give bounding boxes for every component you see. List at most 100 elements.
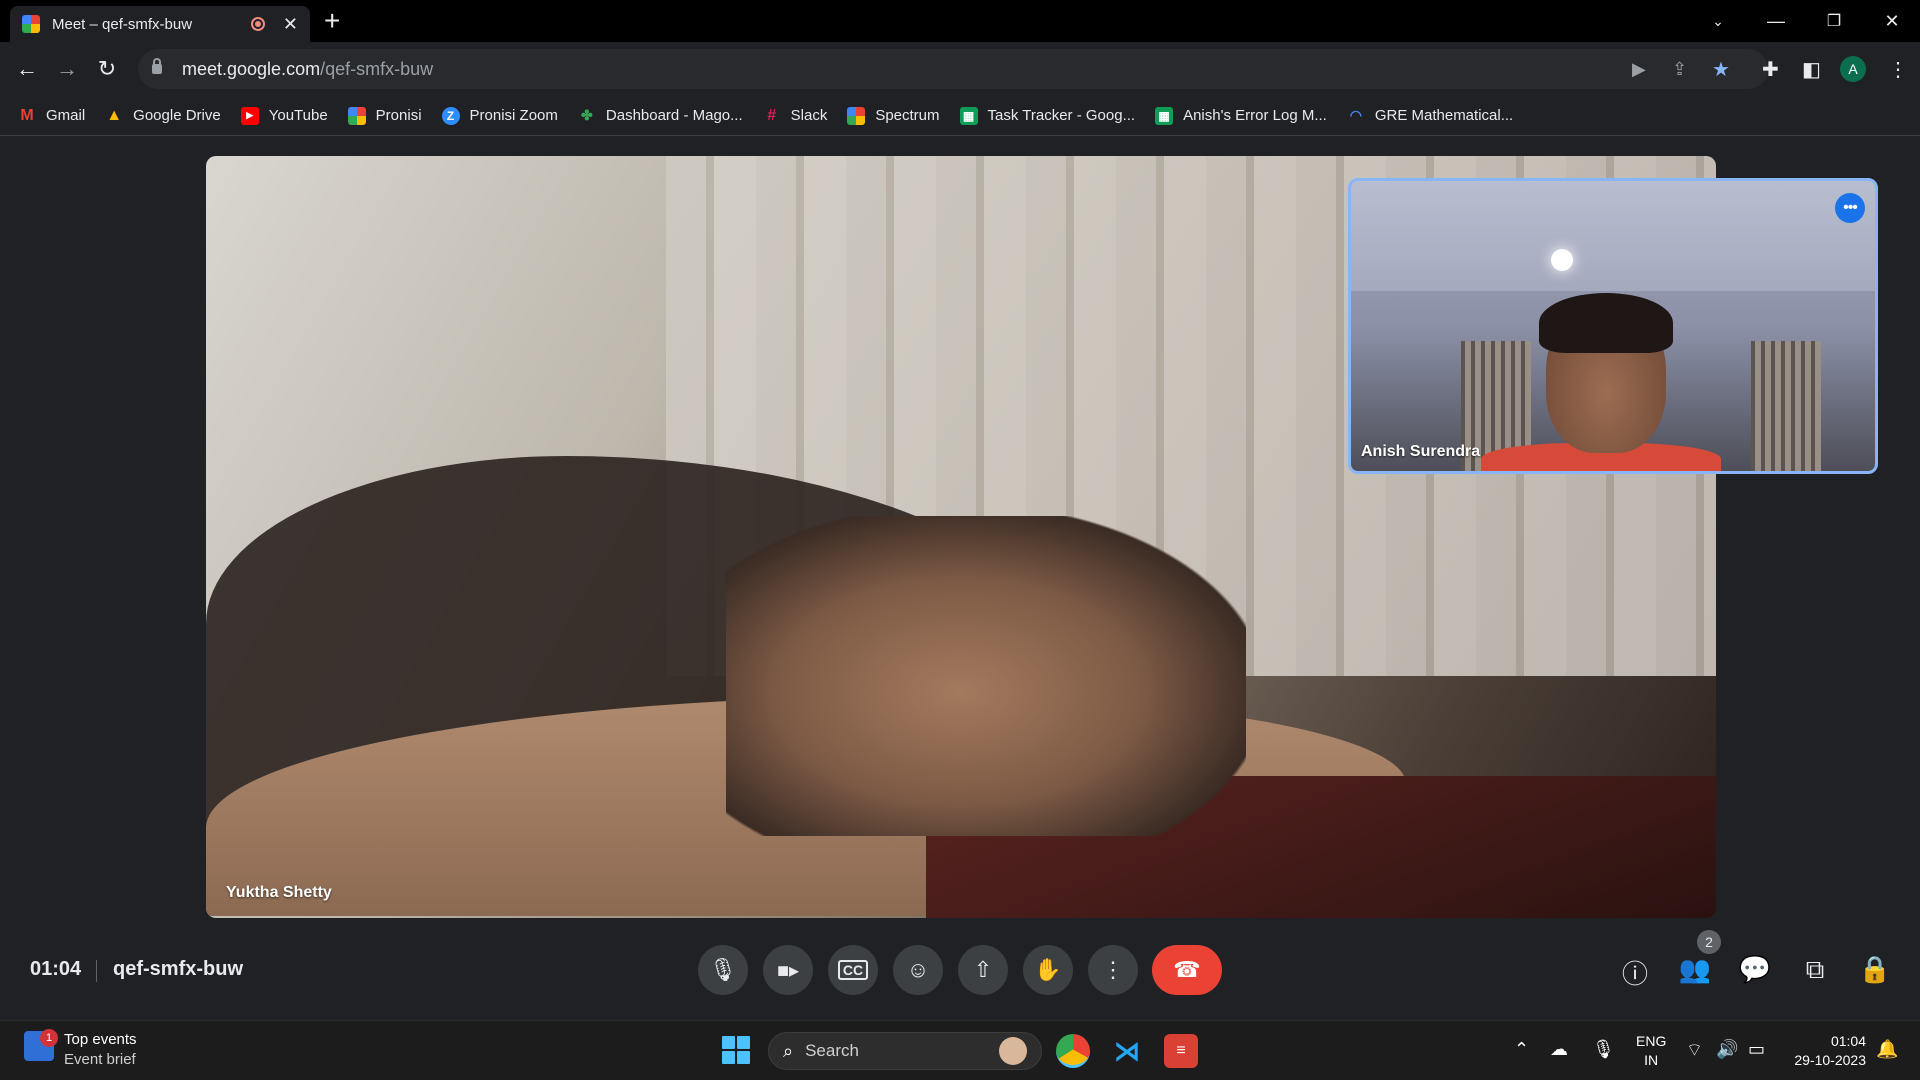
- browser-tab-strip: Meet – qef-smfx-buw ✕ + ⌄ — ❐ ✕: [0, 0, 1920, 42]
- close-tab-icon[interactable]: ✕: [283, 14, 298, 35]
- meet-stage: Yuktha Shetty Anish Surendra •••: [0, 136, 1920, 1020]
- meet-favicon-icon: [22, 15, 40, 33]
- sheets-icon: ▦: [1155, 106, 1174, 125]
- back-button[interactable]: ←: [12, 54, 42, 84]
- bookmark-google-drive[interactable]: ▲ Google Drive: [105, 107, 220, 125]
- onedrive-cloud-icon[interactable]: ☁: [1550, 1039, 1568, 1060]
- meet-icon: [347, 106, 366, 125]
- camera-button[interactable]: ■▸: [763, 945, 813, 995]
- video-background: [1351, 181, 1875, 291]
- url-host: meet.google.com: [182, 58, 321, 79]
- bookmark-error-log[interactable]: ▦ Anish's Error Log M...: [1155, 106, 1327, 125]
- chevron-up-icon[interactable]: ⌃: [1514, 1039, 1529, 1060]
- bookmark-youtube[interactable]: ▶ YouTube: [240, 106, 328, 125]
- system-clock[interactable]: 01:04 29-10-2023: [1788, 1032, 1866, 1070]
- gmail-icon: M: [20, 106, 34, 124]
- microphone-icon: 🎙: [709, 957, 737, 982]
- minimize-button[interactable]: —: [1748, 0, 1804, 42]
- microphone-button[interactable]: 🎙: [698, 945, 748, 995]
- microphone-tray-icon[interactable]: 🎙: [1592, 1039, 1615, 1060]
- present-screen-icon: ⇧: [973, 957, 993, 982]
- captions-button[interactable]: CC: [828, 945, 878, 995]
- reload-button[interactable]: ↻: [92, 54, 122, 84]
- activities-button[interactable]: ⧉: [1798, 954, 1832, 986]
- address-bar[interactable]: meet.google.com/qef-smfx-buw ▶ ⇪ ★: [138, 49, 1768, 89]
- widget-title[interactable]: Top events: [64, 1031, 137, 1048]
- bookmark-dashboard[interactable]: ✤ Dashboard - Mago...: [578, 107, 743, 125]
- self-video-tile[interactable]: Anish Surendra •••: [1348, 178, 1878, 474]
- video-background: [1551, 249, 1573, 271]
- more-options-button[interactable]: ⋮: [1088, 945, 1138, 995]
- forward-button[interactable]: →: [52, 54, 82, 84]
- menu-icon[interactable]: ⋮: [1888, 57, 1908, 82]
- video-camera-icon: ■▸: [776, 959, 800, 982]
- meet-icon: [847, 106, 866, 125]
- bookmark-pronisi[interactable]: Pronisi: [347, 106, 422, 125]
- bookmark-spectrum[interactable]: Spectrum: [847, 106, 940, 125]
- activities-icon: ⧉: [1805, 954, 1825, 984]
- meeting-details-button[interactable]: ⓘ: [1618, 954, 1652, 991]
- bookmark-task-tracker[interactable]: ▦ Task Tracker - Goog...: [959, 106, 1135, 125]
- participant-name: Yuktha Shetty: [226, 884, 332, 901]
- language-indicator[interactable]: ENG IN: [1636, 1032, 1666, 1070]
- tab-search-icon[interactable]: ⌄: [1690, 0, 1746, 42]
- loading-icon: ◠: [1349, 107, 1362, 123]
- dashboard-icon: ✤: [581, 107, 593, 123]
- self-participant-name: Anish Surendra: [1361, 443, 1481, 460]
- url-path: /qef-smfx-buw: [320, 58, 434, 79]
- lock-icon[interactable]: [152, 58, 162, 74]
- tab-title: Meet – qef-smfx-buw: [52, 15, 193, 33]
- start-button[interactable]: [722, 1036, 750, 1064]
- todoist-taskbar-icon[interactable]: ≡: [1164, 1034, 1198, 1068]
- share-icon[interactable]: ⇪: [1672, 59, 1687, 80]
- chrome-taskbar-icon[interactable]: [1056, 1034, 1090, 1068]
- side-panel-icon[interactable]: ◧: [1802, 57, 1821, 82]
- taskbar-search[interactable]: ⌕ Search: [768, 1032, 1042, 1070]
- search-icon: ⌕: [783, 1040, 794, 1061]
- bookmark-gmail[interactable]: M Gmail: [18, 107, 85, 125]
- bookmark-slack[interactable]: # Slack: [763, 107, 827, 125]
- host-controls-button[interactable]: 🔒: [1858, 954, 1892, 985]
- browser-toolbar: ← → ↻ meet.google.com/qef-smfx-buw ▶ ⇪ ★: [0, 42, 1920, 96]
- notification-bell-icon[interactable]: 🔔: [1876, 1039, 1898, 1060]
- bookmark-pronisi-zoom[interactable]: Z Pronisi Zoom: [441, 106, 558, 125]
- emoji-icon: ☺: [906, 957, 930, 982]
- active-tab[interactable]: Meet – qef-smfx-buw ✕: [10, 6, 310, 42]
- video-subject: [726, 516, 1246, 836]
- widget-subtitle[interactable]: Event brief: [64, 1051, 136, 1068]
- captions-icon: CC: [837, 960, 869, 980]
- search-placeholder: Search: [805, 1041, 859, 1060]
- present-button[interactable]: ⇧: [958, 945, 1008, 995]
- battery-icon[interactable]: ▭: [1748, 1039, 1765, 1060]
- new-tab-button[interactable]: +: [324, 6, 340, 36]
- call-controls-bar: 01:04 qef-smfx-buw 🎙 ■▸ CC ☺ ⇧ ✋ ⋮ ☎ ⓘ 👥…: [0, 930, 1920, 1006]
- sheets-icon: ▦: [959, 106, 978, 125]
- bookmarks-bar: M Gmail ▲ Google Drive ▶ YouTube Pronisi ZP…: [0, 96, 1920, 136]
- search-highlight-icon: [999, 1037, 1027, 1065]
- meeting-time: 01:04: [30, 958, 82, 980]
- extensions-icon[interactable]: ✚: [1762, 57, 1779, 82]
- more-options-icon[interactable]: •••: [1835, 193, 1865, 223]
- vscode-taskbar-icon[interactable]: ⋊: [1110, 1034, 1144, 1068]
- chat-button[interactable]: 💬: [1738, 954, 1772, 985]
- restore-button[interactable]: ❐: [1806, 0, 1862, 42]
- volume-icon[interactable]: 🔊: [1716, 1039, 1738, 1060]
- more-vert-icon: ⋮: [1102, 957, 1124, 982]
- bookmark-star-icon[interactable]: ★: [1712, 57, 1730, 82]
- profile-avatar[interactable]: A: [1840, 56, 1866, 82]
- zoom-icon: Z: [441, 106, 460, 125]
- video-subject: [1539, 293, 1673, 353]
- meeting-code: qef-smfx-buw: [113, 958, 243, 980]
- camera-icon[interactable]: ▶: [1632, 59, 1646, 80]
- leave-call-button[interactable]: ☎: [1152, 945, 1222, 995]
- notification-badge: 1: [40, 1029, 58, 1047]
- recording-icon: [250, 17, 265, 31]
- close-window-button[interactable]: ✕: [1864, 0, 1920, 42]
- people-button[interactable]: 👥: [1678, 954, 1712, 985]
- reactions-button[interactable]: ☺: [893, 945, 943, 995]
- lock-person-icon: 🔒: [1858, 954, 1892, 984]
- bookmark-gre[interactable]: ◠ GRE Mathematical...: [1347, 107, 1514, 125]
- windows-taskbar: 1 Top events Event brief ⌕ Search ⋊ ≡ ⌃ …: [0, 1020, 1920, 1080]
- raise-hand-button[interactable]: ✋: [1023, 945, 1073, 995]
- wifi-icon[interactable]: ⌔: [1686, 1039, 1703, 1062]
